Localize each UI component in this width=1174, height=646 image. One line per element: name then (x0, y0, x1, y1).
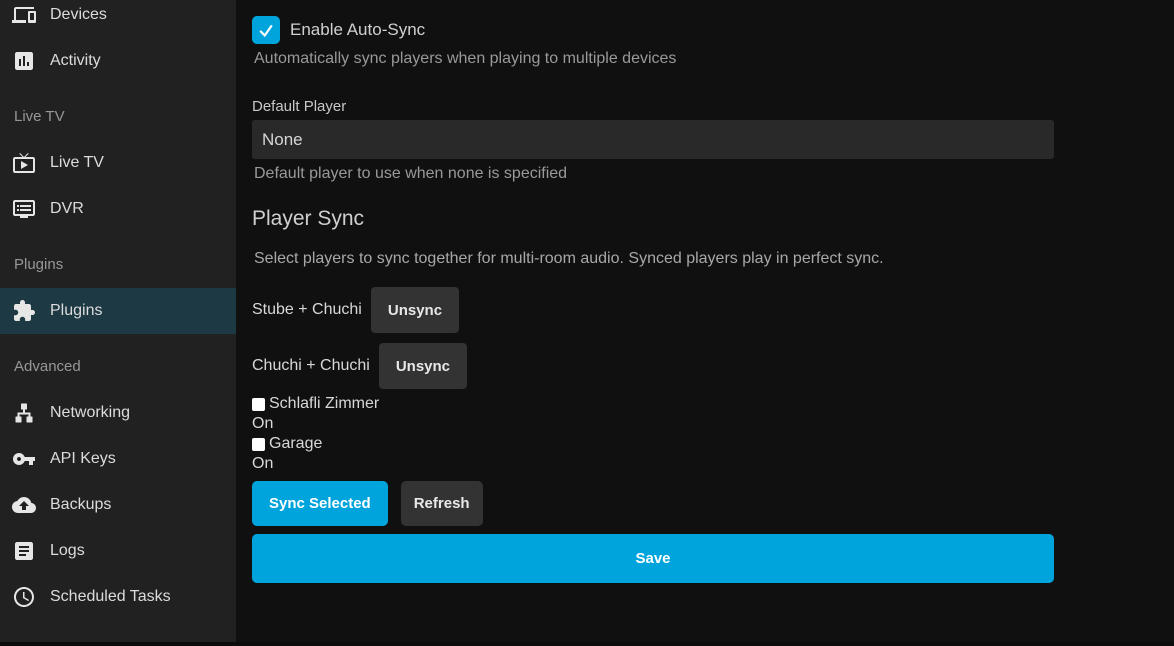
save-button[interactable]: Save (252, 534, 1054, 583)
live-tv-icon (12, 151, 36, 175)
document-icon (12, 539, 36, 563)
synced-group-name: Stube + Chuchi (252, 301, 362, 319)
main-content: Enable Auto-Sync Automatically sync play… (236, 0, 1174, 646)
auto-sync-label: Enable Auto-Sync (290, 20, 425, 40)
sidebar-nav: Devices Activity Live TV Live TV DVR Plu… (0, 0, 236, 620)
sync-selected-button[interactable]: Sync Selected (252, 481, 388, 526)
clock-icon (12, 585, 36, 609)
checkmark-icon (256, 20, 276, 40)
player-list: Schlafli Zimmer On Garage On (252, 394, 1054, 474)
sidebar-item-dvr[interactable]: DVR (0, 186, 236, 232)
unsync-button[interactable]: Unsync (379, 343, 467, 389)
network-icon (12, 401, 36, 425)
sidebar-item-label: Devices (50, 6, 107, 24)
sidebar-item-label: DVR (50, 200, 84, 218)
player-status: On (252, 414, 1054, 434)
key-icon (12, 447, 36, 471)
synced-group-row: Stube + Chuchi Unsync (252, 287, 1054, 333)
cloud-backup-icon (12, 493, 36, 517)
sync-actions-row: Sync Selected Refresh (252, 481, 1054, 526)
player-checkbox-row: Garage (252, 434, 1054, 454)
activity-icon (12, 49, 36, 73)
auto-sync-description: Automatically sync players when playing … (252, 50, 1054, 68)
player-sync-description: Select players to sync together for mult… (252, 250, 1054, 268)
default-player-label: Default Player (252, 98, 1054, 115)
default-player-select[interactable]: None (252, 120, 1054, 159)
devices-icon (12, 3, 36, 27)
sidebar-section-live-tv: Live TV (0, 84, 236, 140)
sidebar-item-devices[interactable]: Devices (0, 0, 236, 38)
default-player-value: None (262, 130, 303, 150)
sidebar: Devices Activity Live TV Live TV DVR Plu… (0, 0, 236, 646)
player-name: Schlafli Zimmer (269, 395, 379, 413)
sidebar-item-plugins[interactable]: Plugins (0, 288, 236, 334)
synced-group-row: Chuchi + Chuchi Unsync (252, 343, 1054, 389)
auto-sync-row: Enable Auto-Sync (252, 16, 1054, 44)
unsync-button[interactable]: Unsync (371, 287, 459, 333)
player-checkbox[interactable] (252, 438, 265, 451)
sidebar-item-label: Activity (50, 52, 101, 70)
sidebar-item-label: Scheduled Tasks (50, 588, 171, 606)
sidebar-item-label: Networking (50, 404, 130, 422)
player-name: Garage (269, 435, 322, 453)
sidebar-item-label: Live TV (50, 154, 104, 172)
sidebar-item-activity[interactable]: Activity (0, 38, 236, 84)
sidebar-item-label: Plugins (50, 302, 102, 320)
bottom-scrollbar-track[interactable] (0, 642, 1174, 646)
refresh-button[interactable]: Refresh (401, 481, 483, 526)
sidebar-item-label: Logs (50, 542, 85, 560)
sidebar-item-logs[interactable]: Logs (0, 528, 236, 574)
sidebar-item-scheduled-tasks[interactable]: Scheduled Tasks (0, 574, 236, 620)
default-player-description: Default player to use when none is speci… (252, 165, 1054, 183)
synced-group-name: Chuchi + Chuchi (252, 357, 370, 375)
player-status: On (252, 454, 1054, 474)
sidebar-section-advanced: Advanced (0, 334, 236, 390)
player-checkbox[interactable] (252, 398, 265, 411)
player-sync-title: Player Sync (252, 207, 1054, 231)
sidebar-item-api-keys[interactable]: API Keys (0, 436, 236, 482)
sidebar-item-backups[interactable]: Backups (0, 482, 236, 528)
player-checkbox-row: Schlafli Zimmer (252, 394, 1054, 414)
sidebar-item-networking[interactable]: Networking (0, 390, 236, 436)
puzzle-icon (12, 299, 36, 323)
sidebar-section-plugins: Plugins (0, 232, 236, 288)
sidebar-item-label: API Keys (50, 450, 116, 468)
sidebar-item-label: Backups (50, 496, 111, 514)
dvr-icon (12, 197, 36, 221)
sidebar-item-live-tv[interactable]: Live TV (0, 140, 236, 186)
auto-sync-checkbox[interactable] (252, 16, 280, 44)
